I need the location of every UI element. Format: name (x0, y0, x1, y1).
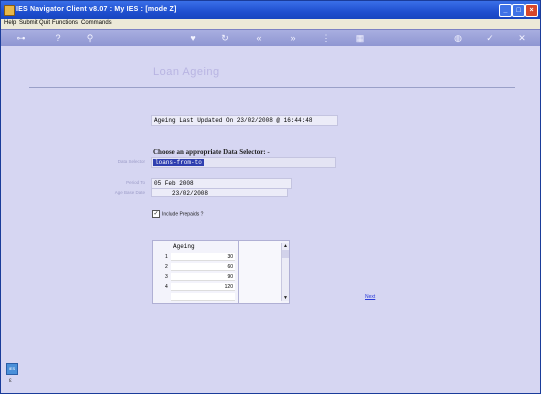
menu-bar: Help Submit Quit Functions Commands (1, 19, 540, 29)
close-window-button[interactable]: × (525, 4, 538, 17)
menu-functions[interactable]: Functions (52, 20, 78, 26)
age-base-date-label: Age Base Date (114, 190, 145, 195)
tree-icon[interactable]: ⋮ (319, 32, 333, 44)
scroll-up-arrow-icon[interactable]: ▲ (282, 243, 289, 249)
choose-selector-label: Choose an appropriate Data Selector: - (153, 148, 270, 156)
ageing-cell-empty[interactable] (171, 293, 235, 301)
next-link[interactable]: Next (365, 294, 375, 300)
check-icon[interactable]: ✓ (483, 32, 497, 44)
app-icon (4, 5, 15, 16)
title-divider (29, 87, 515, 88)
heart-icon[interactable]: ♥ (186, 32, 200, 44)
row-number: 4 (165, 284, 168, 290)
minimize-button[interactable]: _ (499, 4, 512, 17)
menu-quit[interactable]: Quit (39, 20, 50, 26)
menu-submit[interactable]: Submit (19, 20, 38, 26)
window-title: IES Navigator Client v8.07 : My IES : [m… (16, 6, 177, 13)
fast-forward-icon[interactable]: » (286, 32, 300, 44)
include-prepaids-option[interactable]: ✓ Include Prepaids ? (152, 210, 203, 218)
row-number: 1 (165, 254, 168, 260)
toolbar: ⊶ ? ⚲ ♥ ↻ « » ⋮ ▦ ◍ ✓ ✕ (1, 29, 540, 47)
title-bar: IES Navigator Client v8.07 : My IES : [m… (1, 1, 540, 19)
refresh-icon[interactable]: ↻ (218, 32, 232, 44)
last-updated-field: Ageing Last Updated On 23/02/2008 @ 16:4… (151, 115, 338, 126)
ageing-column-header: Ageing (173, 243, 195, 250)
ageing-grid: Ageing 1 30 2 60 3 90 4 120 ▲ ▼ (152, 240, 290, 304)
period-to-label: Period To (126, 180, 145, 185)
ageing-cell[interactable]: 90 (171, 273, 235, 281)
rewind-icon[interactable]: « (252, 32, 266, 44)
scroll-down-arrow-icon[interactable]: ▼ (282, 295, 289, 301)
include-prepaids-checkbox[interactable]: ✓ (152, 210, 160, 218)
age-base-date-field[interactable]: 23/02/2008 (151, 188, 288, 197)
app-window: IES Navigator Client v8.07 : My IES : [m… (0, 0, 541, 394)
search-icon[interactable]: ⚲ (83, 32, 97, 44)
data-selector-value[interactable]: loans-from-to (153, 159, 204, 166)
ageing-cell[interactable]: 30 (171, 253, 235, 261)
ageing-cell[interactable]: 60 (171, 263, 235, 271)
menu-help[interactable]: Help (4, 20, 16, 26)
ies-logo-icon[interactable]: IES (6, 363, 18, 375)
grid-second-column (238, 241, 281, 303)
grid-icon[interactable]: ▦ (353, 32, 367, 44)
row-number: 3 (165, 274, 168, 280)
help-icon[interactable]: ? (51, 32, 65, 44)
grid-scrollbar[interactable]: ▲ ▼ (281, 243, 289, 301)
scroll-thumb[interactable] (282, 250, 289, 258)
close-icon[interactable]: ✕ (515, 32, 529, 44)
include-prepaids-label: Include Prepaids ? (162, 211, 204, 218)
data-selector-field[interactable]: loans-from-to (151, 157, 336, 168)
edit-icon[interactable]: ε (9, 378, 12, 384)
ageing-cell[interactable]: 120 (171, 283, 235, 291)
key-icon[interactable]: ⊶ (11, 32, 31, 44)
maximize-button[interactable]: □ (512, 4, 525, 17)
menu-commands[interactable]: Commands (81, 20, 112, 26)
globe-icon[interactable]: ◍ (451, 32, 465, 44)
main-content: Loan Ageing Ageing Last Updated On 23/02… (1, 46, 540, 393)
page-title: Loan Ageing (153, 66, 220, 78)
data-selector-label: Data Selector (117, 159, 145, 164)
row-number: 2 (165, 264, 168, 270)
